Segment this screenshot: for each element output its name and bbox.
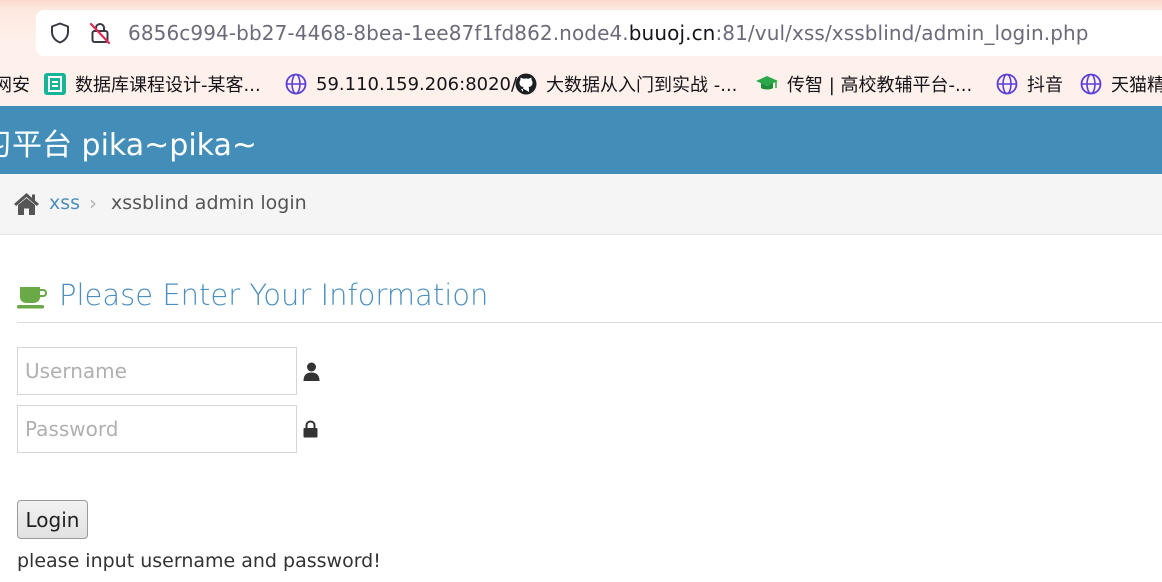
- globe-icon: [1080, 73, 1102, 95]
- breadcrumb-current: xssblind admin login: [111, 192, 307, 214]
- page-heading: Please Enter Your Information: [59, 278, 489, 312]
- url-text[interactable]: 6856c994-bb27-4468-8bea-1ee87f1fd862.nod…: [128, 21, 1089, 45]
- lock-crossed-icon[interactable]: [88, 21, 112, 45]
- address-bar[interactable]: 6856c994-bb27-4468-8bea-1ee87f1fd862.nod…: [36, 10, 1162, 56]
- globe-icon: [285, 73, 307, 95]
- globe-icon: [996, 73, 1018, 95]
- bookmark-label: 59.110.159.206:8020/: [316, 73, 518, 95]
- bookmark-database-course[interactable]: 数据库课程设计-某客...: [44, 72, 261, 96]
- breadcrumb: xss › xssblind admin login: [0, 174, 1162, 235]
- bookmark-label: 网安: [0, 75, 30, 96]
- bookmark-label: 数据库课程设计-某客...: [75, 75, 261, 96]
- browser-toolbar: 6856c994-bb27-4468-8bea-1ee87f1fd862.nod…: [0, 0, 1162, 62]
- bookmarks-bar: 网安 数据库课程设计-某客... 59.110.159.206:8020/ 大数…: [0, 62, 1162, 106]
- username-input[interactable]: [17, 347, 297, 395]
- user-icon: [303, 362, 320, 381]
- bookmark-wangan[interactable]: 网安: [0, 72, 30, 96]
- bookmark-tmall[interactable]: 天猫精: [1080, 72, 1162, 96]
- breadcrumb-separator: ›: [89, 191, 97, 215]
- heading-divider: [17, 322, 1162, 323]
- github-icon: [515, 73, 537, 95]
- site-title[interactable]: 习平台 pika~pika~: [0, 120, 257, 164]
- shield-icon[interactable]: [48, 21, 72, 45]
- bookmark-bigdata[interactable]: 大数据从入门到实战 -...: [515, 72, 737, 96]
- home-icon: [14, 193, 39, 215]
- coffee-cup-icon: [17, 287, 47, 309]
- bookmark-label: 抖音: [1027, 75, 1063, 96]
- login-button[interactable]: Login: [17, 500, 88, 539]
- bookmark-douyin[interactable]: 抖音: [996, 72, 1063, 96]
- status-message: please input username and password!: [17, 550, 381, 572]
- teal-book-icon: [44, 73, 66, 95]
- bookmark-label: 大数据从入门到实战 -...: [546, 75, 738, 96]
- password-input[interactable]: [17, 405, 297, 453]
- breadcrumb-link-xss[interactable]: xss: [49, 192, 80, 214]
- lock-icon: [303, 420, 318, 438]
- site-header: 习平台 pika~pika~: [0, 106, 1162, 174]
- bookmark-label: 传智 | 高校教辅平台-...: [787, 75, 973, 96]
- bookmark-ip-address[interactable]: 59.110.159.206:8020/: [285, 72, 517, 96]
- bookmark-chuanzhi[interactable]: 传智 | 高校教辅平台-...: [756, 72, 972, 96]
- bookmark-label: 天猫精: [1111, 75, 1162, 96]
- graduation-cap-icon: [756, 76, 778, 90]
